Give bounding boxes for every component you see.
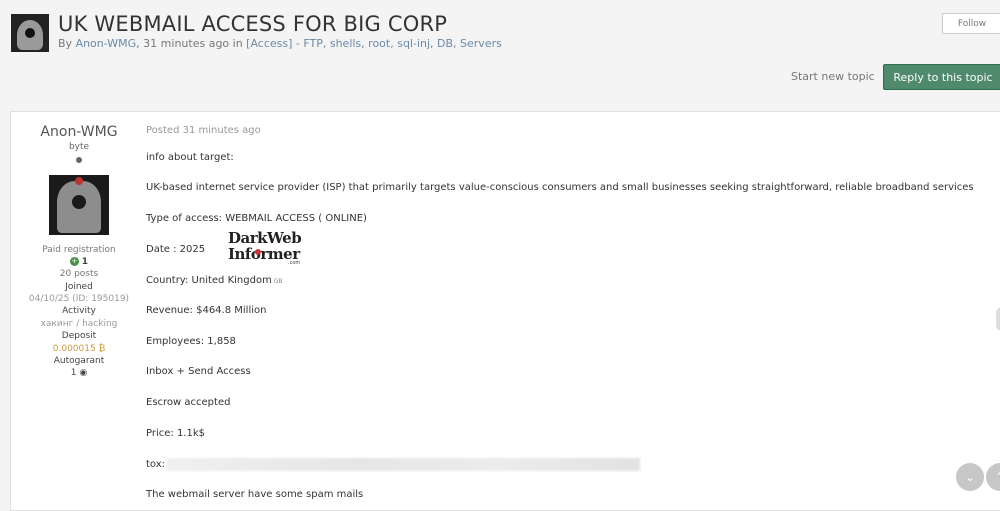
start-new-topic-link[interactable]: Start new topic (791, 70, 875, 83)
deposit-label: Deposit (61, 331, 97, 341)
autogarant-label: Autogarant (53, 356, 105, 366)
topic-title: UK WEBMAIL ACCESS FOR BIG CORP (58, 12, 448, 36)
watermark-pin-icon (255, 249, 261, 255)
post-line-country: Country: United Kingdom GB (146, 275, 283, 286)
post-line: info about target: (146, 152, 234, 163)
avatar-accent (75, 177, 83, 185)
meta-author-link[interactable]: Anon-WMG (76, 37, 137, 50)
online-status-dot (76, 157, 82, 163)
reply-to-topic-button[interactable]: Reply to this topic (883, 64, 1000, 90)
plus-circle-icon: + (69, 257, 79, 266)
follow-button[interactable]: Follow (942, 13, 1000, 34)
post-line-tox: tox: (146, 459, 166, 470)
autogarant-count: 1 (70, 368, 77, 378)
avatar-face (72, 195, 86, 209)
post-line: Employees: 1,858 (146, 336, 236, 347)
watermark-domain: .com (288, 260, 301, 266)
chevron-down-icon: ⌄ (964, 470, 976, 484)
post-panel: Anon-WMG byte Paid registration + 1 20 p… (10, 111, 1000, 511)
post-line: Inbox + Send Access (146, 366, 251, 377)
reputation-value: 1 (81, 257, 89, 267)
meta-time: , 31 minutes ago in (136, 37, 247, 50)
deposit-value: 0.000015 ₿ (52, 344, 106, 354)
author-avatar[interactable] (49, 175, 109, 235)
post-line: Escrow accepted (146, 397, 231, 408)
post-date[interactable]: Posted 31 minutes ago (146, 125, 261, 136)
meta-by: By (58, 37, 76, 50)
side-handle[interactable] (996, 307, 1000, 331)
author-reputation: + 1 (11, 257, 147, 267)
tox-redacted-value (166, 458, 640, 471)
joined-value: 04/10/25 (ID: 195019) (28, 294, 130, 304)
topic-author-avatar[interactable] (11, 14, 49, 52)
country-text: Country: United Kingdom (146, 275, 272, 286)
joined-label: Joined (65, 282, 93, 292)
darkweb-informer-watermark: DarkWeb Informer .com (228, 230, 308, 270)
country-flag-code: GB (273, 278, 283, 285)
watermark-line1: DarkWeb (228, 229, 302, 247)
eye-icon: ◉ (79, 368, 88, 378)
author-posts: 20 posts (59, 269, 99, 279)
scroll-down-button[interactable]: ⌄ (956, 463, 984, 491)
report-link[interactable]: ⋯ (941, 126, 950, 136)
post-line: UK-based internet service provider (ISP)… (146, 182, 974, 193)
post-line: Type of access: WEBMAIL ACCESS ( ONLINE) (146, 213, 367, 224)
topic-meta: By Anon-WMG, 31 minutes ago in [Access] … (58, 37, 502, 50)
avatar-face (25, 28, 35, 38)
autogarant-value: 1 ◉ (11, 368, 147, 378)
post-line: Price: 1.1k$ (146, 428, 205, 439)
post-line: Revenue: $464.8 Million (146, 305, 267, 316)
post-line: The webmail server have some spam mails (146, 489, 364, 500)
activity-label: Activity (62, 306, 96, 316)
meta-category-link[interactable]: [Access] - FTP, shells, root, sql-inj, D… (246, 37, 502, 50)
author-registration: Paid registration (42, 245, 116, 255)
author-name[interactable]: Anon-WMG (11, 124, 147, 140)
chevron-up-icon: ⌃ (995, 470, 1000, 484)
post-line: Date : 2025 (146, 244, 206, 255)
activity-value: хакинг / hacking (40, 319, 118, 329)
author-rank: byte (68, 142, 90, 152)
